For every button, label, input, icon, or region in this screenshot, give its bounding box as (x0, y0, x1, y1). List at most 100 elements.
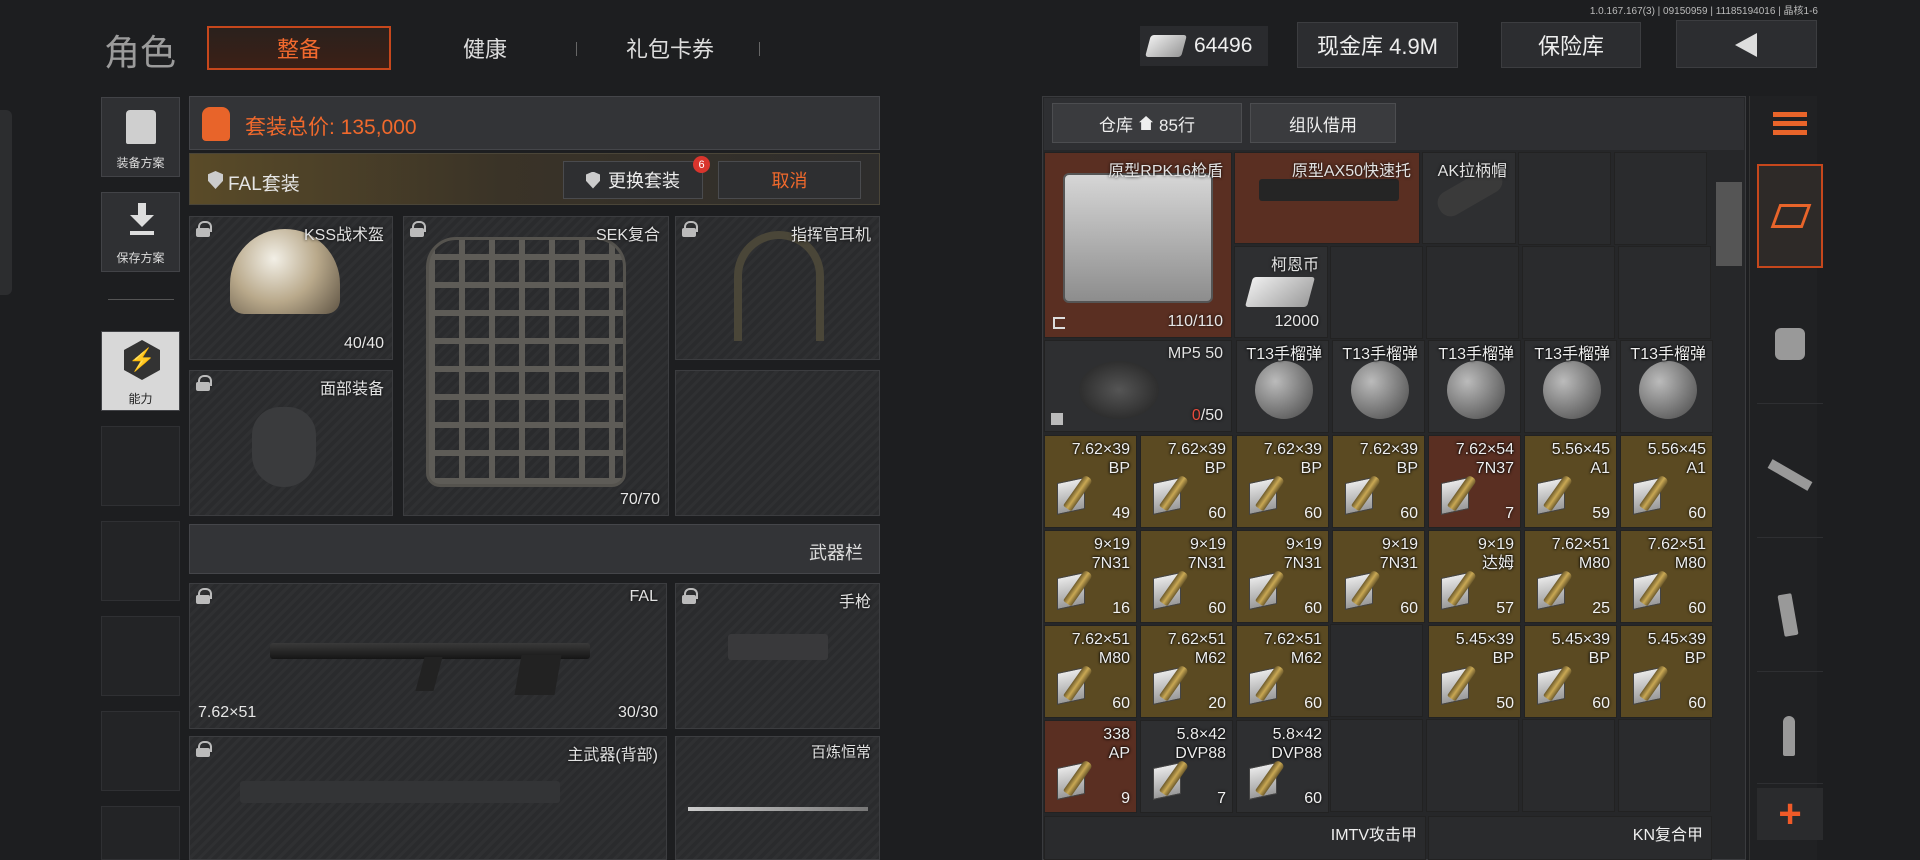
headset-slot[interactable]: 指挥官耳机 (675, 216, 880, 360)
slot-durability: 40/40 (343, 335, 384, 352)
empty-storage-cell[interactable] (1330, 246, 1423, 339)
magazine-filter-icon[interactable] (1757, 552, 1823, 672)
stack-store-icon[interactable] (1757, 164, 1823, 268)
pistol-placeholder-icon (728, 634, 828, 660)
storage-item-grenade[interactable]: T13手榴弹 (1332, 340, 1425, 433)
empty-storage-cell[interactable] (1426, 246, 1519, 339)
melee-slot[interactable]: 百炼恒常 (675, 736, 880, 860)
ammo-caliber: 9×19 7N31 (1379, 536, 1418, 572)
headset-image (734, 231, 824, 341)
storage-item-grenade[interactable]: T13手榴弹 (1236, 340, 1329, 433)
storage-item-ak-cap[interactable]: AK拉柄帽 (1422, 152, 1516, 244)
sidebar-item-ability[interactable]: ⚡ 能力 (101, 331, 180, 411)
storage-item-ammo[interactable]: 7.62×51 M80 60 (1620, 530, 1713, 623)
storage-item-ammo[interactable]: 5.8×42 DVP88 7 (1140, 720, 1233, 813)
empty-storage-cell[interactable] (1618, 246, 1711, 339)
bottom-item-kn[interactable]: KN复合甲 (1428, 816, 1712, 860)
back-button[interactable] (1676, 20, 1817, 68)
ammo-count: 7 (1505, 505, 1514, 522)
storage-item-ammo[interactable]: 7.62×39 BP 60 (1236, 435, 1329, 528)
face-slot[interactable]: 面部装备 (189, 370, 393, 516)
vest-filter-icon[interactable] (1757, 284, 1823, 404)
storage-item-ammo[interactable]: 5.8×42 DVP88 60 (1236, 720, 1329, 813)
empty-storage-cell[interactable] (1330, 624, 1423, 717)
storage-scrollbar[interactable] (1716, 182, 1742, 266)
storage-item-ammo[interactable]: 7.62×51 M80 25 (1524, 530, 1617, 623)
slot-durability: 70/70 (619, 491, 660, 508)
shield-plate-image (1063, 173, 1213, 303)
storage-item-ammo[interactable]: 7.62×54 7N37 7 (1428, 435, 1521, 528)
empty-storage-cell[interactable] (1618, 719, 1711, 812)
ammo-box-icon (1153, 759, 1191, 800)
empty-storage-cell[interactable] (1522, 246, 1615, 339)
storage-item-ammo[interactable]: 7.62×51 M62 20 (1140, 625, 1233, 718)
rifle-filter-icon[interactable] (1757, 418, 1823, 538)
storage-item-coin[interactable]: 柯恩币 12000 (1234, 246, 1328, 338)
storage-item-ammo[interactable]: 7.62×51 M80 60 (1044, 625, 1137, 718)
ammo-box-icon (1633, 664, 1671, 705)
cash-vault-button[interactable]: 现金库 4.9M (1297, 22, 1458, 68)
storage-item-mp5-drum[interactable]: MP5 50 0/50 (1044, 340, 1232, 432)
tab-team-borrow[interactable]: 组队借用 (1250, 103, 1396, 143)
storage-item-grenade[interactable]: T13手榴弹 (1524, 340, 1617, 433)
ammo-caliber: 338 AP (1103, 726, 1130, 762)
storage-item-ammo[interactable]: 9×19 7N31 60 (1236, 530, 1329, 623)
storage-item-ammo[interactable]: 9×19 达姆 57 (1428, 530, 1521, 623)
lock-icon (682, 588, 698, 604)
storage-item-ammo[interactable]: 5.56×45 A1 60 (1620, 435, 1713, 528)
storage-item-ammo[interactable]: 338 AP 9 (1044, 720, 1137, 813)
edge-handle[interactable] (0, 110, 12, 295)
change-suit-label: 更换套装 (608, 171, 680, 191)
money-display[interactable]: 64496 (1140, 26, 1268, 66)
warehouse-label: 仓库 (1099, 115, 1134, 135)
cancel-button[interactable]: 取消 (718, 161, 861, 199)
lock-icon (196, 375, 212, 391)
sidebar-item-loadout-plan[interactable]: 装备方案 (101, 97, 180, 177)
bullet-filter-icon[interactable] (1757, 686, 1823, 784)
empty-storage-cell[interactable] (1522, 719, 1615, 812)
bottom-item-imtv[interactable]: IMTV攻击甲 (1044, 816, 1426, 860)
tab-divider (759, 42, 760, 56)
sort-refresh-icon[interactable] (1757, 98, 1823, 156)
tab-warehouse[interactable]: 仓库 85行 (1052, 103, 1242, 143)
lightning-hex-icon: ⚡ (124, 340, 160, 380)
armor-slot[interactable]: SEK复合 70/70 (403, 216, 669, 516)
storage-item-ammo[interactable]: 7.62×39 BP 60 (1332, 435, 1425, 528)
storage-item-ammo[interactable]: 5.45×39 BP 60 (1524, 625, 1617, 718)
empty-storage-cell[interactable] (1518, 152, 1611, 245)
ammo-box-icon (1537, 664, 1575, 705)
storage-item-ammo[interactable]: 9×19 7N31 60 (1332, 530, 1425, 623)
storage-item-ammo[interactable]: 5.45×39 BP 50 (1428, 625, 1521, 718)
empty-storage-cell[interactable] (1330, 719, 1423, 812)
storage-item-rpk-shield[interactable]: 原型RPK16枪盾 110/110 (1044, 152, 1232, 338)
ammo-count: 60 (1208, 600, 1226, 617)
pistol-slot[interactable]: 手枪 (675, 583, 880, 729)
storage-item-grenade[interactable]: T13手榴弹 (1428, 340, 1521, 433)
change-suit-button[interactable]: 更换套装 6 (563, 156, 710, 199)
sidebar-item-save-plan[interactable]: 保存方案 (101, 192, 180, 272)
empty-storage-cell[interactable] (1426, 719, 1519, 812)
primary-weapon-slot[interactable]: FAL 7.62×51 30/30 (189, 583, 667, 729)
storage-item-grenade[interactable]: T13手榴弹 (1620, 340, 1713, 433)
empty-gear-slot[interactable] (675, 370, 880, 516)
empty-storage-cell[interactable] (1614, 152, 1707, 245)
ammo-caliber: 5.56×45 A1 (1647, 441, 1706, 477)
plus-icon[interactable]: + (1757, 788, 1823, 840)
storage-item-ammo[interactable]: 9×19 7N31 16 (1044, 530, 1137, 623)
storage-item-ammo[interactable]: 7.62×51 M62 60 (1236, 625, 1329, 718)
storage-item-ammo[interactable]: 5.56×45 A1 59 (1524, 435, 1617, 528)
storage-item-ammo[interactable]: 7.62×39 BP 49 (1044, 435, 1137, 528)
storage-item-ammo[interactable]: 9×19 7N31 60 (1140, 530, 1233, 623)
storage-item-ax50-stock[interactable]: 原型AX50快速托 (1234, 152, 1420, 244)
helmet-slot[interactable]: KSS战术盔 40/40 (189, 216, 393, 360)
back-weapon-slot[interactable]: 主武器(背部) (189, 736, 667, 860)
tab-health[interactable]: 健康 (430, 26, 540, 70)
ammo-box-icon (1249, 569, 1287, 610)
grenade-icon (1639, 361, 1697, 419)
tab-gift[interactable]: 礼包卡券 (605, 26, 735, 70)
tab-equip[interactable]: 整备 (207, 26, 391, 70)
storage-item-ammo[interactable]: 7.62×39 BP 60 (1140, 435, 1233, 528)
insurance-button[interactable]: 保险库 (1501, 22, 1641, 68)
storage-item-ammo[interactable]: 5.45×39 BP 60 (1620, 625, 1713, 718)
drum-mag-image (1079, 361, 1159, 419)
